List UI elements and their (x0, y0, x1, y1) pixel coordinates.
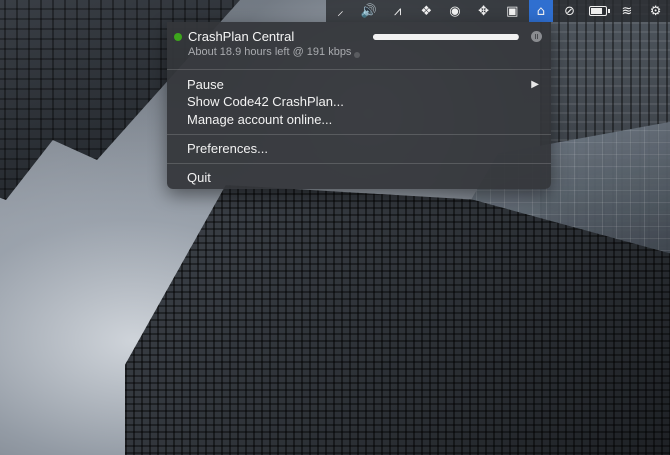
menu-item-manage-account[interactable]: Manage account online... (187, 112, 332, 127)
alfred-icon[interactable]: ⩘ (386, 0, 410, 22)
menu-item-show-code42[interactable]: Show Code42 CrashPlan... (187, 94, 344, 109)
menu-item-pause[interactable]: Pause (187, 77, 224, 92)
crashplan-dropdown-menu: CrashPlan Central About 18.9 hours left … (167, 22, 551, 189)
wifi-icon[interactable]: ≋ (615, 0, 639, 22)
backup-progress-bar (373, 34, 519, 40)
backup-status-header: CrashPlan Central About 18.9 hours left … (167, 22, 551, 69)
display-icon[interactable]: ▣ (500, 0, 524, 22)
status-green-dot-icon (174, 33, 182, 41)
backup-destination-title: CrashPlan Central (188, 29, 295, 44)
menu-separator (167, 69, 551, 70)
signal-icon[interactable]: ⸝ (328, 0, 352, 22)
menu-item-preferences[interactable]: Preferences... (187, 141, 268, 156)
battery-outline (589, 6, 611, 16)
pause-circle-icon[interactable]: II (531, 31, 542, 42)
info-dot-icon (354, 52, 360, 58)
move-arrows-icon[interactable]: ✥ (472, 0, 496, 22)
backup-progress-fill (373, 34, 518, 40)
volume-icon[interactable]: 🔊 (357, 0, 381, 22)
backup-time-remaining: About 18.9 hours left @ 191 kbps (188, 46, 352, 58)
crashplan-home-icon[interactable]: ⌂ (528, 0, 553, 22)
blocked-icon[interactable]: ⊘ (558, 0, 582, 22)
menu-separator (167, 134, 551, 135)
cloud-app-icon[interactable]: ◉ (443, 0, 467, 22)
battery-fill (591, 8, 602, 14)
battery-icon[interactable] (586, 0, 611, 22)
submenu-arrow-icon: ▶ (531, 79, 539, 90)
menu-separator (167, 163, 551, 164)
settings-gear-icon[interactable]: ⚙ (644, 0, 668, 22)
menu-bar: ⸝ 🔊 ⩘ ❖ ◉ ✥ ▣ ⌂ ⊘ ≋ ⚙ (326, 0, 670, 22)
dropbox-icon[interactable]: ❖ (414, 0, 438, 22)
menu-item-quit[interactable]: Quit (187, 170, 211, 185)
